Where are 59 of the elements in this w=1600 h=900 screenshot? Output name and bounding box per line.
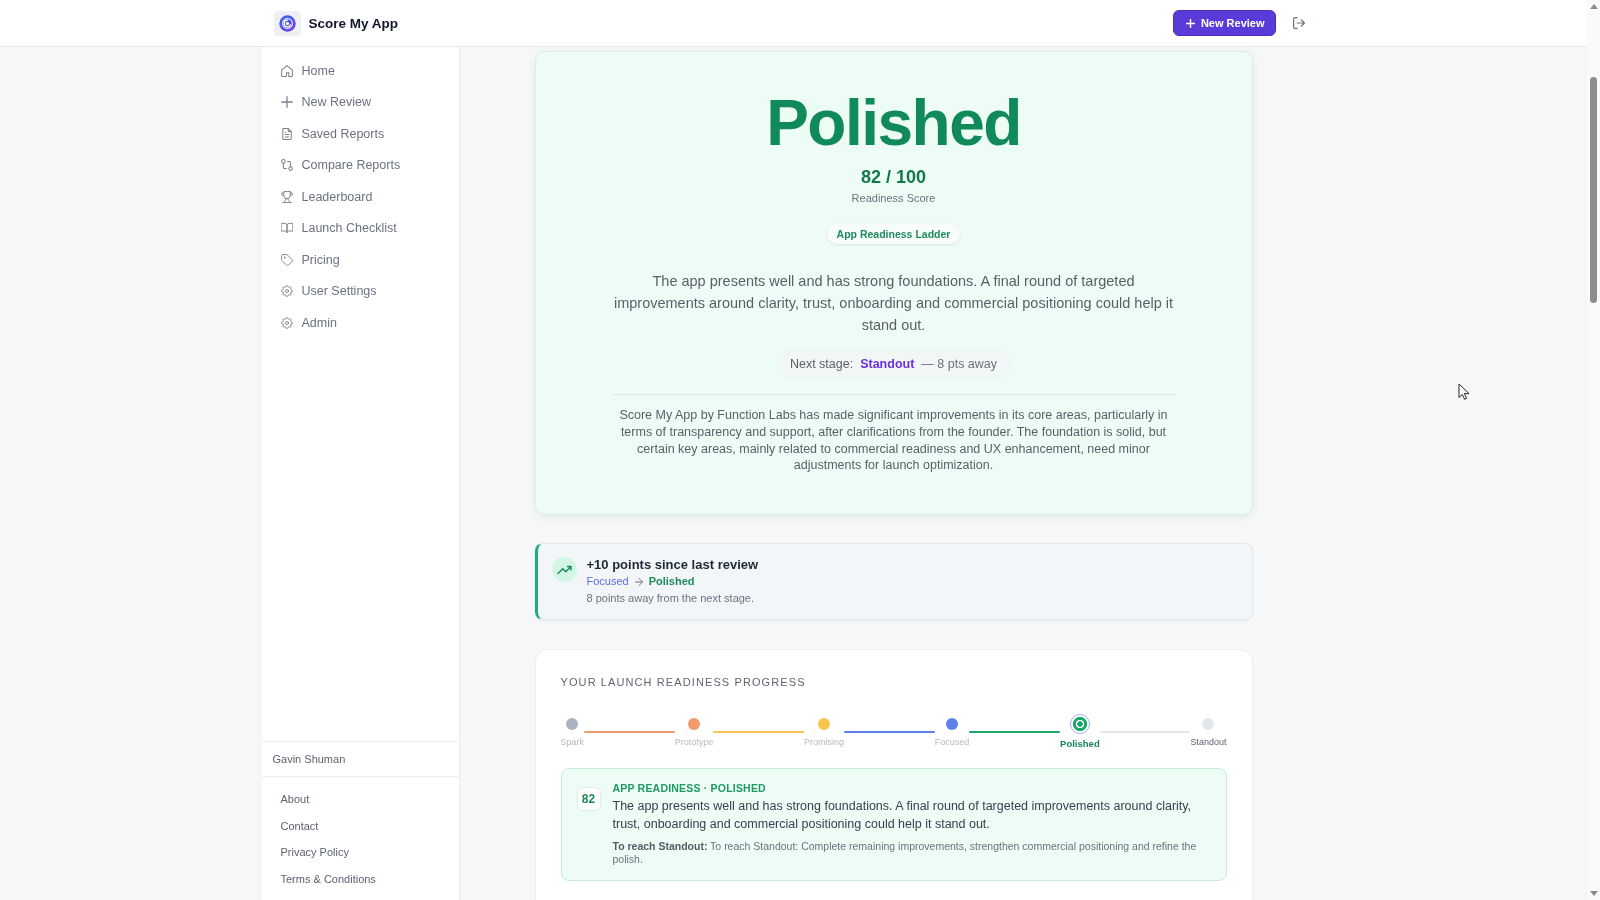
next-stage-distance: — 8 pts away bbox=[921, 357, 998, 371]
nav-link[interactable]: Leaderboard bbox=[261, 181, 459, 213]
trending-up-icon bbox=[551, 557, 577, 583]
new-review-button[interactable]: New Review bbox=[1172, 10, 1276, 36]
nav-link[interactable]: Admin bbox=[261, 307, 459, 339]
footer-link[interactable]: Contact bbox=[280, 818, 319, 833]
from-stage: Focused bbox=[586, 574, 629, 590]
score-value: 82 / 100 bbox=[860, 166, 927, 189]
plus-icon bbox=[1185, 18, 1195, 28]
trophy-icon bbox=[280, 190, 293, 203]
stage-label: Focused bbox=[934, 736, 970, 749]
next-stage-name[interactable]: Standout bbox=[860, 357, 915, 371]
next-stage-label: Next stage: bbox=[789, 357, 854, 371]
footer-link[interactable]: Terms & Conditions bbox=[280, 871, 376, 886]
nav-link[interactable]: User Settings bbox=[261, 275, 459, 307]
nav-link[interactable]: New Review bbox=[261, 86, 459, 118]
change-note: 8 points away from the next stage. bbox=[586, 591, 755, 607]
change-title: +10 points since last review bbox=[586, 556, 759, 574]
compare-icon bbox=[280, 159, 293, 172]
nav-link[interactable]: Compare Reports bbox=[261, 149, 459, 181]
document-icon bbox=[280, 127, 293, 140]
nav-link[interactable]: Saved Reports bbox=[261, 118, 459, 150]
stage-label: Spark bbox=[560, 736, 584, 749]
logout-icon[interactable] bbox=[1292, 17, 1305, 29]
mouse-pointer-icon bbox=[1458, 383, 1469, 400]
score-badge: 82 bbox=[576, 787, 601, 812]
scrollbar-track[interactable] bbox=[1587, 0, 1600, 900]
detail-text: The app presents well and has strong foundations. A final round of targeted improvements around clarity, trust, onboarding and commercial positioning could help it stand out. bbox=[612, 798, 1193, 834]
stage-title: Polished bbox=[766, 86, 1021, 161]
to-stage: Polished bbox=[648, 574, 695, 590]
house-icon bbox=[280, 64, 293, 77]
nav-link[interactable]: Pricing bbox=[261, 244, 459, 276]
caret-up-icon[interactable] bbox=[1589, 4, 1598, 9]
summary-text: Score My App by Function Labs has made significant improvements in its core areas, particularly in terms of transparency and support, after clarifications from the founder. The foundation is solid, but certain key areas, mainly related to commercial readiness and UX enhancement, need minor adjustments for launch optimization. bbox=[618, 407, 1169, 475]
footer-link[interactable]: Privacy Policy bbox=[280, 845, 349, 859]
progress-title: YOUR LAUNCH READINESS PROGRESS bbox=[560, 675, 807, 690]
footer-link[interactable]: About bbox=[280, 792, 310, 806]
book-icon bbox=[280, 222, 293, 235]
arrow-right-icon bbox=[634, 577, 643, 586]
stage-label: Prototype bbox=[674, 736, 714, 749]
settings-icon bbox=[280, 316, 293, 329]
caret-down-icon[interactable] bbox=[1589, 891, 1598, 896]
app-name: Score My App bbox=[308, 15, 399, 31]
stage-label: Standout bbox=[1190, 736, 1227, 749]
nav-link[interactable]: Launch Checklist bbox=[261, 212, 459, 244]
tag-icon bbox=[280, 253, 293, 266]
stage-label: Promising bbox=[804, 736, 845, 749]
scrollbar-thumb[interactable] bbox=[1590, 77, 1597, 303]
user-name: Gavin Shuman bbox=[261, 741, 459, 777]
description-text: The app presents well and has strong foundations. A final round of targeted improvements around clarity, trust, onboarding and commercial positioning could help it stand out. bbox=[612, 272, 1175, 335]
logo-icon bbox=[273, 10, 301, 36]
score-caption: Readiness Score bbox=[851, 191, 936, 205]
ladder-badge: App Readiness Ladder bbox=[826, 224, 961, 244]
next-step-text: To reach Standout: To reach Standout: Complete remaining improvements, strengthen commercial positioning and refine the polish. bbox=[612, 840, 1198, 867]
nav-link[interactable]: Home bbox=[261, 55, 459, 87]
plus-icon bbox=[280, 96, 293, 109]
detail-title: APP READINESS · POLISHED bbox=[612, 781, 766, 796]
stage-label: Polished bbox=[1060, 738, 1100, 751]
settings-icon bbox=[280, 285, 293, 298]
